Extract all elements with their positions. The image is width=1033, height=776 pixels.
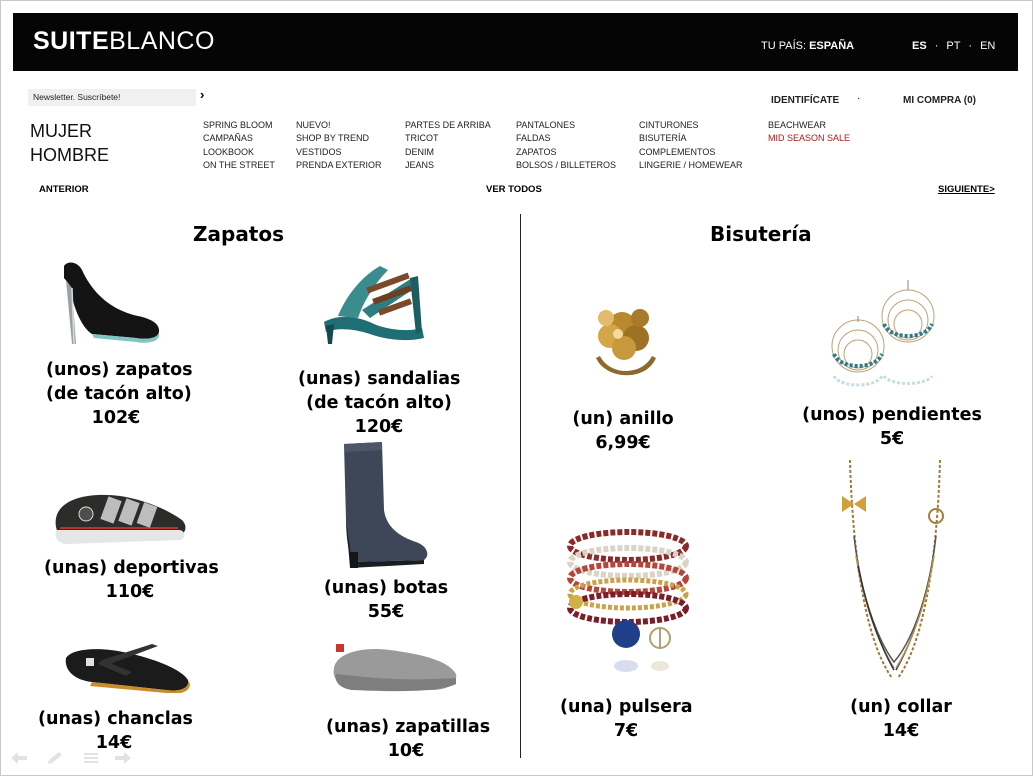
- language-switcher: ES · PT · EN: [908, 40, 999, 52]
- view-all-link[interactable]: VER TODOS: [486, 184, 542, 195]
- menu-item[interactable]: PANTALONES: [516, 119, 616, 132]
- menu-item[interactable]: SPRING BLOOM: [203, 119, 275, 132]
- menu-item[interactable]: SHOP BY TREND: [296, 132, 382, 145]
- sandal-image[interactable]: [318, 256, 428, 348]
- menu-column-3: PARTES DE ARRIBA TRICOT DENIM JEANS: [405, 119, 491, 172]
- menu-item[interactable]: PRENDA EXTERIOR: [296, 159, 382, 172]
- next-link[interactable]: SIGUIENTE>: [938, 184, 995, 195]
- top-bar: SUITEBLANCO TU PAÍS: ESPAÑA ES · PT · EN: [13, 13, 1018, 71]
- menu-item[interactable]: CINTURONES: [639, 119, 743, 132]
- menu-item[interactable]: PARTES DE ARRIBA: [405, 119, 491, 132]
- product-name-detail: (de tacón alto): [46, 384, 192, 404]
- menu-column-5: CINTURONES BISUTERÍA COMPLEMENTOS LINGER…: [639, 119, 743, 172]
- next-slide-icon[interactable]: [114, 751, 132, 765]
- menu-column-6: BEACHWEAR MID SEASON SALE: [768, 119, 850, 146]
- high-heel-shoe-image[interactable]: [52, 258, 164, 348]
- menu-item[interactable]: LOOKBOOK: [203, 146, 275, 159]
- section-title-zapatos: Zapatos: [193, 222, 285, 246]
- product-name: (unas) sandalias: [298, 369, 461, 389]
- product-name: (un) collar: [850, 697, 952, 717]
- lang-es[interactable]: ES: [912, 40, 927, 52]
- ring-image[interactable]: [582, 296, 670, 388]
- product-name: (unas) deportivas: [44, 558, 219, 578]
- lang-separator: ·: [934, 40, 939, 52]
- menu-item[interactable]: COMPLEMENTOS: [639, 146, 743, 159]
- header-separator: ·: [857, 93, 861, 104]
- product-name: (unas) botas: [323, 578, 449, 598]
- product-label-collar: (un) collar 14€: [846, 695, 956, 743]
- bracelet-image[interactable]: [556, 516, 696, 688]
- menu-item[interactable]: TRICOT: [405, 132, 491, 145]
- menu-item[interactable]: BISUTERÍA: [639, 132, 743, 145]
- product-price: 6,99€: [595, 433, 651, 453]
- nav-men[interactable]: HOMBRE: [30, 145, 109, 166]
- menu-item[interactable]: BOLSOS / BILLETEROS: [516, 159, 616, 172]
- sneaker-image[interactable]: [50, 488, 190, 548]
- product-price: 5€: [879, 429, 905, 449]
- product-name-detail: (de tacón alto): [306, 393, 452, 413]
- lang-pt[interactable]: PT: [946, 40, 960, 52]
- menu-item[interactable]: DENIM: [405, 146, 491, 159]
- product-price: 7€: [613, 721, 639, 741]
- newsletter-input[interactable]: Newsletter. Suscríbete!: [28, 89, 196, 106]
- product-label-chanclas: (unas) chanclas 14€: [38, 707, 193, 755]
- product-label-sandalias: (unas) sandalias (de tacón alto) 120€: [298, 367, 460, 439]
- product-label-pulsera: (una) pulsera 7€: [560, 695, 693, 743]
- product-price: 110€: [105, 582, 155, 602]
- previous-slide-icon[interactable]: [10, 751, 28, 765]
- product-price: 120€: [354, 417, 404, 437]
- menu-item[interactable]: VESTIDOS: [296, 146, 382, 159]
- login-link[interactable]: IDENTIFÍCATE: [771, 95, 839, 106]
- section-divider: [520, 214, 521, 758]
- product-label-zapatos: (unos) zapatos (de tacón alto) 102€: [46, 358, 193, 430]
- menu-item[interactable]: NUEVO!: [296, 119, 382, 132]
- product-price: 55€: [367, 602, 405, 622]
- product-name: (unos) zapatos: [46, 360, 193, 380]
- section-title-bisuteria: Bisutería: [710, 222, 812, 246]
- earrings-image[interactable]: [820, 276, 938, 396]
- menu-item[interactable]: ZAPATOS: [516, 146, 616, 159]
- menu-column-2: NUEVO! SHOP BY TREND VESTIDOS PRENDA EXT…: [296, 119, 382, 172]
- menu-icon[interactable]: [82, 751, 100, 765]
- lang-en[interactable]: EN: [980, 40, 995, 52]
- product-label-pendientes: (unos) pendientes 5€: [802, 403, 982, 451]
- menu-item[interactable]: LINGERIE / HOMEWEAR: [639, 159, 743, 172]
- menu-item[interactable]: CAMPAÑAS: [203, 132, 275, 145]
- cart-link[interactable]: MI COMPRA (0): [903, 95, 976, 106]
- country-selector[interactable]: TU PAÍS: ESPAÑA: [761, 40, 854, 52]
- product-name: (unos) pendientes: [802, 405, 982, 425]
- flip-flop-image[interactable]: [62, 638, 192, 693]
- product-label-deportivas: (unas) deportivas 110€: [44, 556, 219, 604]
- pen-icon[interactable]: [46, 751, 64, 765]
- menu-item[interactable]: ON THE STREET: [203, 159, 275, 172]
- menu-item[interactable]: FALDAS: [516, 132, 616, 145]
- product-label-anillo: (un) anillo 6,99€: [568, 407, 678, 455]
- menu-item[interactable]: BEACHWEAR: [768, 119, 850, 132]
- necklace-image[interactable]: [832, 456, 956, 688]
- product-name: (un) anillo: [572, 409, 674, 429]
- boot-image[interactable]: [332, 440, 432, 570]
- site-logo[interactable]: SUITEBLANCO: [33, 27, 215, 56]
- lang-separator: ·: [968, 40, 973, 52]
- menu-item[interactable]: JEANS: [405, 159, 491, 172]
- menu-item-sale[interactable]: MID SEASON SALE: [768, 132, 850, 145]
- nav-women[interactable]: MUJER: [30, 121, 92, 142]
- product-name: (una) pulsera: [560, 697, 693, 717]
- product-name: (unas) chanclas: [38, 709, 193, 729]
- product-price: 14€: [882, 721, 920, 741]
- slipper-image[interactable]: [330, 640, 460, 695]
- menu-column-4: PANTALONES FALDAS ZAPATOS BOLSOS / BILLE…: [516, 119, 616, 172]
- product-price: 102€: [91, 408, 141, 428]
- product-price: 10€: [387, 741, 425, 761]
- menu-column-1: SPRING BLOOM CAMPAÑAS LOOKBOOK ON THE ST…: [203, 119, 275, 172]
- product-label-botas: (unas) botas 55€: [322, 576, 450, 624]
- prev-link[interactable]: ANTERIOR: [39, 184, 89, 195]
- product-name: (unas) zapatillas: [326, 717, 491, 737]
- newsletter-submit-icon[interactable]: ›: [200, 87, 204, 102]
- product-label-zapatillas: (unas) zapatillas 10€: [326, 715, 491, 763]
